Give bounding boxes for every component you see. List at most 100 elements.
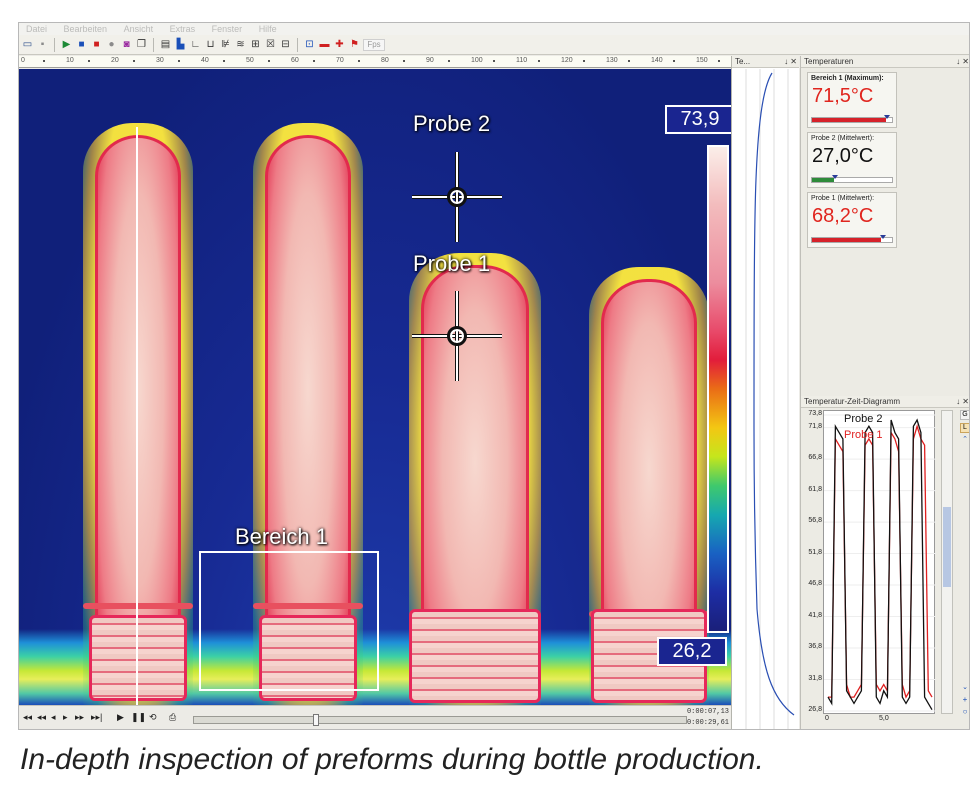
ruler-tick-label: 0 [21,57,25,64]
pin-close-icons[interactable]: ↓ ✕ [956,396,969,407]
ruler-dot [538,60,540,62]
chart-x-tick-label: 0 [825,715,829,722]
settings-icon[interactable]: ✚ [333,38,346,51]
ruler-tick-label: 110 [516,57,528,64]
ruler-dot [223,60,225,62]
step-back-icon[interactable]: ◂ [51,712,56,723]
chart-zoom-out-icon[interactable]: ○ [960,708,969,716]
snapshot-camera-icon[interactable]: ◙ [120,38,133,51]
ruler-dot [493,60,495,62]
chart-icon[interactable]: ⊯ [219,38,232,51]
probe-1-crosshair[interactable] [412,291,502,381]
total-time: 0:00:29,61 [686,719,729,727]
ruler-dot [718,60,720,62]
pin-close-icons[interactable]: ↓ ✕ [784,56,797,67]
menu-item-datei[interactable]: Datei [19,23,54,35]
fps-button[interactable]: Fps [363,38,385,51]
thermal-image-view[interactable]: Probe 2 Probe 1 Bereich 1 73,9 26,2 [19,69,731,705]
step-forward-icon[interactable]: ▸ [63,712,68,723]
flag-icon[interactable]: ⚑ [348,38,361,51]
record-circle-icon[interactable]: ● [105,38,118,51]
open-folder-icon[interactable]: ▭ [21,38,34,51]
chart-scrollbar[interactable] [941,410,953,714]
chart-down-icon[interactable]: ⌄ [960,684,969,692]
chart-button-l[interactable]: L [960,423,969,433]
meter-label: Probe 1 (Mittelwert): [811,195,875,202]
histogram-icon[interactable]: ▙ [174,38,187,51]
chart-scrollbar-thumb[interactable] [943,507,951,587]
chart-y-tick-label: 51,8 [808,548,822,556]
ruler-dot [43,60,45,62]
temperature-profile-plot [745,69,795,729]
chart-y-tick-label: 73,8 [808,410,822,417]
fullscreen-icon[interactable]: ⊡ [303,38,316,51]
menu-item-fenster[interactable]: Fenster [205,23,250,35]
meter-probe-2-mean: Probe 2 (Mittelwert): 27,0°C [807,132,897,188]
save-icon[interactable]: ▪ [36,38,49,51]
export-icon[interactable]: ⎙ [169,712,176,723]
chart-y-tick-label: 31,8 [808,674,822,682]
area-tool-icon[interactable]: ⊔ [204,38,217,51]
legend-probe-1: Probe 1 [844,429,883,441]
ruler-tick-label: 40 [201,57,209,64]
last-frame-icon[interactable]: ▸▸| [91,712,102,723]
ruler-dot [268,60,270,62]
region-1-box[interactable] [199,551,379,691]
temperature-icon[interactable]: ≋ [234,38,247,51]
rewind-icon[interactable]: ◂◂ [37,712,46,723]
ruler-dot [628,60,630,62]
ruler-dot [583,60,585,62]
record-icon[interactable]: ■ [90,38,103,51]
meter-bar [811,175,893,183]
fast-forward-icon[interactable]: ▸▸ [75,712,84,723]
play-icon[interactable]: ▶ [117,712,124,723]
grid-icon[interactable]: ⊞ [249,38,262,51]
ruler-tick-label: 20 [111,57,119,64]
first-frame-icon[interactable]: ◂◂ [23,712,32,723]
chart-zoom-in-icon[interactable]: + [960,696,969,704]
meter-label: Probe 2 (Mittelwert): [811,135,875,142]
profile-line-icon[interactable]: ∟ [189,38,202,51]
playback-slider-knob[interactable] [312,714,319,726]
chart-y-tick-label: 36,8 [808,643,822,651]
ruler-tick-label: 50 [246,57,254,64]
temperatures-panel-title: Temperaturen [804,57,854,66]
menu-item-bearbeiten[interactable]: Bearbeiten [57,23,115,35]
ruler-tick-label: 150 [696,57,708,64]
menu-item-extras[interactable]: Extras [163,23,203,35]
temperatures-panel-header: Temperaturen ↓ ✕ [801,56,969,68]
scale-max-value[interactable]: 73,9 [665,105,731,134]
vertical-line-cursor[interactable] [136,127,138,705]
meter-value: 68,2°C [812,205,874,227]
minus-icon[interactable]: ▬ [318,38,331,51]
alarm-icon[interactable]: ☒ [264,38,277,51]
chart-up-icon[interactable]: ⌃ [960,436,969,444]
play-icon[interactable]: ▶ [60,38,73,51]
ruler-tick-label: 100 [471,57,483,64]
probe-2-crosshair[interactable] [412,152,502,242]
chart-plot-area[interactable]: Probe 2 Probe 1 [823,410,936,714]
ruler-dot [448,60,450,62]
ruler-dot [178,60,180,62]
menu-item-ansicht[interactable]: Ansicht [117,23,161,35]
pin-close-icons[interactable]: ↓ ✕ [956,56,969,67]
scale-min-value[interactable]: 26,2 [657,637,727,666]
chart-y-tick-label: 26,8 [808,706,822,713]
pause-icon[interactable]: ❚❚ [131,712,146,723]
ruler-tick-label: 140 [651,57,663,64]
copy-icon[interactable]: ❐ [135,38,148,51]
loop-icon[interactable]: ⟲ [149,712,157,723]
preform-1 [83,123,193,705]
menu-item-hilfe[interactable]: Hilfe [252,23,284,35]
ruler-tick-label: 120 [561,57,573,64]
ruler-tick-label: 90 [426,57,434,64]
layout-icon[interactable]: ⊟ [279,38,292,51]
toolbar-separator [297,37,298,52]
playback-slider[interactable] [193,714,687,726]
chart-button-g[interactable]: G [960,410,969,420]
menu-bar: Datei Bearbeiten Ansicht Extras Fenster … [19,23,969,35]
palette-icon[interactable]: ▤ [159,38,172,51]
stop-icon[interactable]: ■ [75,38,88,51]
meter-label: Bereich 1 (Maximum): [811,75,884,82]
ruler-tick-label: 130 [606,57,618,64]
